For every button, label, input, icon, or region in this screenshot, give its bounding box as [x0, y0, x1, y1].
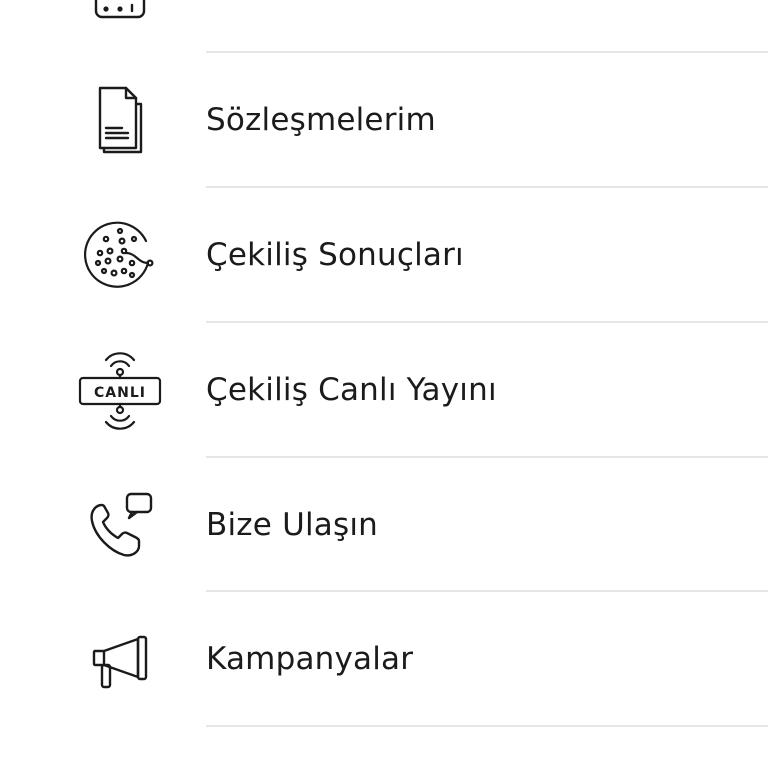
phone-chat-icon	[76, 481, 164, 569]
lottery-balls-icon	[76, 211, 164, 299]
menu-item-label: Kampanyalar	[206, 641, 414, 677]
list-card-icon	[76, 0, 164, 29]
megaphone-icon	[76, 615, 164, 703]
menu-item-draw-results[interactable]: Çekiliş Sonuçları	[0, 188, 768, 322]
divider	[206, 725, 768, 727]
menu-item-label: Çekiliş Canlı Yayını	[206, 372, 497, 408]
menu-item-label: Çekiliş Sonuçları	[206, 237, 464, 273]
menu-item-label: Bize Ulaşın	[206, 507, 378, 543]
menu-item-contracts[interactable]: Sözleşmelerim	[0, 53, 768, 187]
menu-item-contact[interactable]: Bize Ulaşın	[0, 458, 768, 592]
menu-item-campaigns[interactable]: Kampanyalar	[0, 592, 768, 726]
live-broadcast-icon: CANLI	[76, 346, 164, 434]
menu-item-partial-top[interactable]	[0, 0, 768, 52]
live-badge-text: CANLI	[94, 385, 146, 401]
documents-icon	[76, 76, 164, 164]
menu-item-live-draw[interactable]: CANLI Çekiliş Canlı Yayını	[0, 323, 768, 457]
menu-item-label: Sözleşmelerim	[206, 102, 436, 138]
menu-list: Sözleşmelerim Çekiliş Sonuçları CANLI Çe…	[0, 0, 768, 768]
